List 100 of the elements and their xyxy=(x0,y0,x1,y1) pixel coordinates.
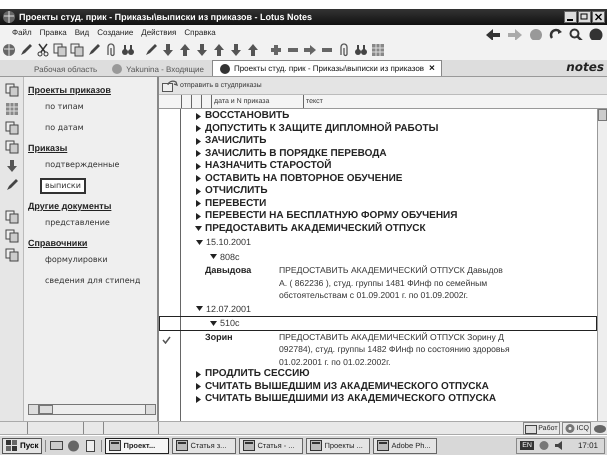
navigator-heading[interactable]: Проекты приказов xyxy=(28,84,111,97)
scrollbar[interactable] xyxy=(597,109,607,421)
navigator-item[interactable]: формулировки xyxy=(40,252,113,268)
navigator-heading[interactable]: Справочники xyxy=(28,237,88,250)
collapse-arrow-icon[interactable] xyxy=(196,238,203,246)
copy-icon[interactable] xyxy=(4,83,18,97)
expand-arrow-icon[interactable] xyxy=(195,138,202,145)
order-number: 510с xyxy=(220,317,240,330)
windows-logo-icon xyxy=(6,440,18,451)
category-label: ОСТАВИТЬ НА ПОВТОРНОЕ ОБУЧЕНИЕ xyxy=(205,172,402,185)
binoculars-icon[interactable] xyxy=(121,43,135,57)
back-arrow-icon[interactable] xyxy=(485,28,501,42)
document-row[interactable]: Давыдова ПРЕДОСТАВИТЬ АКАДЕМИЧЕСКИЙ ОТПУСК Давыдов А. ( 862236 ), студ. группы 1481 ФИнф по семейным обстоятельствам с 01.09.2001 г. по 01.09.2002г. xyxy=(159,264,597,302)
category-label: ПРЕДОСТАВИТЬ АКАДЕМИЧЕСКИЙ ОТПУСК xyxy=(205,222,426,235)
category-label: ПЕРЕВЕСТИ НА БЕСПЛАТНУЮ ФОРМУ ОБУЧЕНИЯ xyxy=(205,210,458,222)
plus-icon[interactable] xyxy=(269,43,283,57)
order-text: 01.02.2001 г. по 01.02.2002г. xyxy=(279,356,392,368)
navigator-item[interactable]: сведения для стипенд xyxy=(40,273,146,289)
minimize-icon[interactable] xyxy=(564,11,577,23)
copy-icon[interactable] xyxy=(4,210,18,224)
copy-icon[interactable] xyxy=(70,43,84,57)
arrow-down-icon[interactable] xyxy=(4,159,18,173)
copy-icon[interactable] xyxy=(4,121,18,135)
tab[interactable]: Yakunina - Входящие xyxy=(105,62,210,76)
search-icon[interactable] xyxy=(569,28,583,42)
menu-item[interactable]: Создание xyxy=(97,28,134,37)
expand-arrow-icon[interactable] xyxy=(195,150,202,158)
expand-arrow-icon[interactable] xyxy=(195,212,202,220)
navigator-item[interactable]: по датам xyxy=(40,120,89,136)
menu-item[interactable]: Правка xyxy=(40,28,67,37)
tab[interactable]: Рабочая область xyxy=(28,62,104,76)
checkmark-icon[interactable] xyxy=(162,336,171,344)
refresh-icon[interactable] xyxy=(549,28,563,42)
window-title: Проекты студ. прик - Приказы\выписки из приказов - Lotus Notes xyxy=(19,12,312,22)
navigator-heading[interactable]: Приказы xyxy=(28,142,68,155)
pen-icon[interactable] xyxy=(4,178,18,192)
navigator-item[interactable]: выписки xyxy=(40,178,86,194)
category-label: ПРОДЛИТЬ СЕССИЮ xyxy=(205,368,310,380)
navigator-item[interactable]: подтвержденные xyxy=(40,157,124,173)
close-icon[interactable] xyxy=(592,11,605,23)
collapse-arrow-icon[interactable] xyxy=(210,320,217,327)
category-label: ОТЧИСЛИТЬ xyxy=(205,185,268,198)
order-text: ПРЕДОСТАВИТЬ АКАДЕМИЧЕСКИЙ ОТПУСК Давыдов xyxy=(279,264,503,276)
clock: 17:01 xyxy=(578,441,598,450)
document-icon[interactable] xyxy=(84,440,98,452)
order-text: А. ( 862236 ), студ. группы 1481 ФИнф по семейным xyxy=(279,276,488,289)
menu-item[interactable]: Файл xyxy=(12,28,32,37)
date-label: 15.10.2001 xyxy=(206,236,252,248)
arrow-down-icon[interactable] xyxy=(229,43,243,57)
expand-arrow-icon[interactable] xyxy=(195,370,202,378)
date-label: 12.07.2001 xyxy=(206,302,252,315)
selected-row[interactable]: 510с xyxy=(159,316,597,330)
pen-icon[interactable] xyxy=(87,43,101,57)
navigator-item[interactable]: представление xyxy=(40,215,115,231)
expand-arrow-icon[interactable] xyxy=(195,383,202,390)
order-text: 092784), студ. группы 1482 ФИнф по состоянию здоровья xyxy=(279,343,510,356)
menu-item[interactable]: Действия xyxy=(141,28,176,37)
copy-icon[interactable] xyxy=(4,140,18,154)
copy-icon[interactable] xyxy=(4,229,18,243)
tree-row[interactable]: 808с xyxy=(159,250,597,264)
arrow-down-icon[interactable] xyxy=(195,43,209,57)
start-button[interactable]: Пуск xyxy=(2,438,42,454)
expand-arrow-icon[interactable] xyxy=(195,396,202,403)
tab[interactable]: Проекты студ. прик - Приказы\выписки из приказов × xyxy=(212,60,442,76)
scissors-icon[interactable] xyxy=(36,43,50,57)
expand-arrow-icon[interactable] xyxy=(195,125,202,132)
copy-icon[interactable] xyxy=(4,248,18,262)
menu-item[interactable]: Вид xyxy=(74,28,90,37)
navigator-item[interactable]: по типам xyxy=(40,99,89,115)
desktop-icon[interactable] xyxy=(50,440,64,452)
navigator-heading[interactable]: Другие документы xyxy=(28,200,112,213)
expand-arrow-icon[interactable] xyxy=(195,112,202,120)
arrow-up-icon[interactable] xyxy=(246,43,260,57)
expand-arrow-icon[interactable] xyxy=(195,188,202,195)
order-text: ПРЕДОСТАВИТЬ АКАДЕМИЧЕСКИЙ ОТПУСК Зорину Д xyxy=(279,330,505,343)
arrow-right-icon[interactable] xyxy=(303,43,317,57)
arrow-up-icon[interactable] xyxy=(178,43,192,57)
brand-logo: notes xyxy=(566,60,605,76)
expand-arrow-icon[interactable] xyxy=(195,162,202,170)
window-icon xyxy=(176,440,188,451)
category-label: СЧИТАТЬ ВЫШЕДШИМ ИЗ АКАДЕМИЧЕСКОГО ОТПУСКА xyxy=(205,380,489,393)
menu-item[interactable]: Справка xyxy=(184,28,216,37)
tree-row[interactable]: 15.10.2001 xyxy=(159,235,597,250)
tree-row[interactable]: 12.07.2001 xyxy=(159,302,597,316)
expand-arrow-icon[interactable] xyxy=(195,175,202,182)
restore-icon[interactable] xyxy=(578,11,591,23)
expand-arrow-icon[interactable] xyxy=(195,200,202,208)
grid-icon[interactable] xyxy=(4,102,18,116)
collapse-arrow-icon[interactable] xyxy=(210,253,217,260)
copy-icon[interactable] xyxy=(53,43,67,57)
pen-icon[interactable] xyxy=(144,43,158,57)
pen-icon[interactable] xyxy=(19,43,33,57)
binoculars-icon[interactable] xyxy=(354,43,368,57)
arrow-up-icon[interactable] xyxy=(212,43,226,57)
close-tab-button[interactable]: × xyxy=(429,63,435,74)
category-label: ПЕРЕВЕСТИ xyxy=(205,198,266,210)
collapse-arrow-icon[interactable] xyxy=(196,305,203,312)
scrollbar[interactable] xyxy=(28,404,156,415)
collapse-arrow-icon[interactable] xyxy=(195,225,202,232)
arrow-down-icon[interactable] xyxy=(161,43,175,57)
